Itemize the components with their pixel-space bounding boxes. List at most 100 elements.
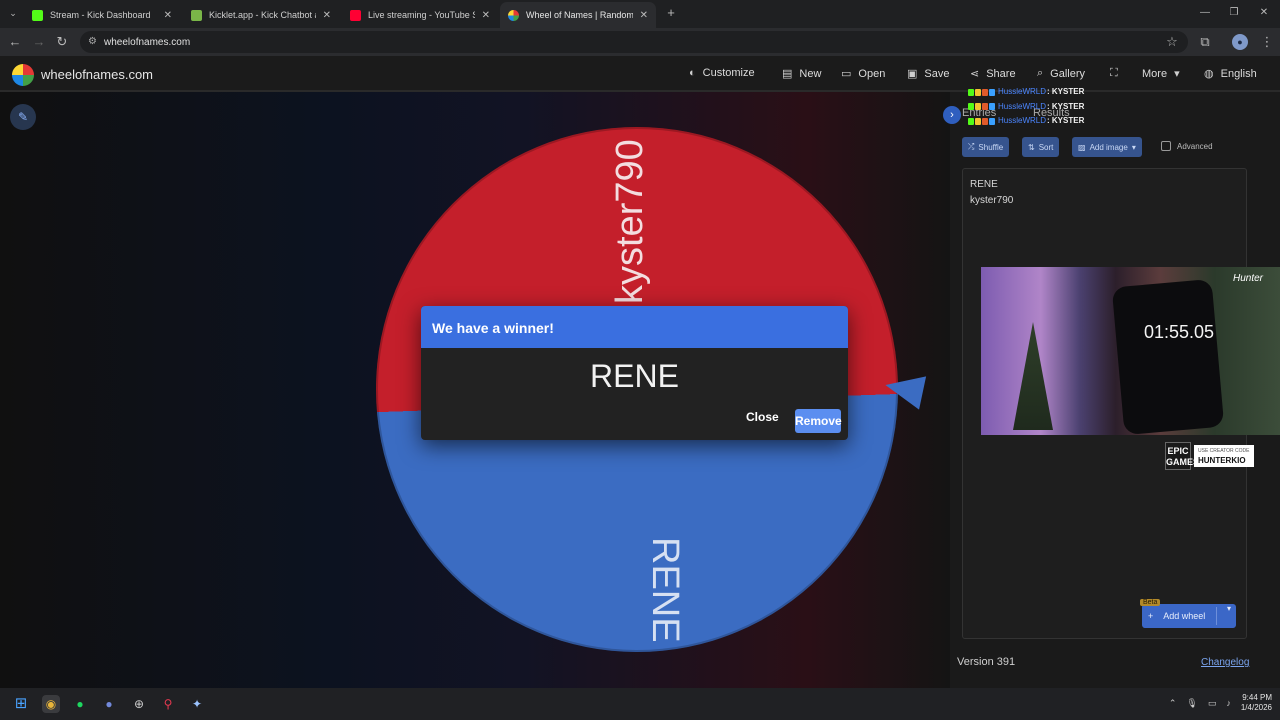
clock[interactable]: 9:44 PM 1/4/2026 [1241,693,1272,713]
profile-avatar[interactable]: ● [1232,34,1248,50]
remove-button[interactable]: Remove [795,409,842,433]
language-label: English [1220,67,1257,80]
spotify-icon[interactable]: ● [71,695,89,713]
palette-icon: ◐ [689,67,696,79]
changelog-link[interactable]: Changelog [1201,657,1249,668]
kick-favicon-icon [32,9,43,21]
advanced-label: Advanced [1177,141,1213,151]
browser-tab[interactable]: Stream - Kick Dashboard ✕ [24,2,180,28]
reload-icon[interactable]: ↻ [53,33,71,51]
site-info-icon[interactable]: ⚙ [88,36,97,47]
browser-tab-bar: ⌄ Stream - Kick Dashboard ✕ Kicklet.app … [0,0,1280,28]
open-button[interactable]: ▭ Open [841,67,886,81]
browser-tab[interactable]: Kicklet.app - Kick Chatbot and ✕ [183,2,339,28]
browser-tab-active[interactable]: Wheel of Names | Random nam ✕ [500,2,656,28]
map-pin-icon[interactable]: ⚲ [159,695,177,713]
tab-search-icon[interactable]: ⌄ [4,4,22,22]
wheel-segment-label: RENE [644,537,686,643]
browser-tab[interactable]: Live streaming - YouTube Studi ✕ [342,2,498,28]
beta-badge: Beta [1140,599,1161,606]
new-label: New [799,67,822,80]
badge-icon [982,117,988,125]
tab-title: Stream - Kick Dashboard [50,10,151,20]
kicklet-favicon-icon [191,9,202,21]
tab-title: Wheel of Names | Random nam [526,10,633,20]
close-tab-icon[interactable]: ✕ [640,10,648,21]
chat-message: HussleWRLD: KYSTER [968,100,1093,115]
divider [1216,607,1217,625]
entry-line: kyster790 [970,195,1014,206]
file-icon: ▤ [782,68,793,80]
close-tab-icon[interactable]: ✕ [482,10,490,21]
browser-menu-icon[interactable]: ⋮ [1258,33,1276,51]
more-label: More [1142,67,1168,80]
close-tab-icon[interactable]: ✕ [323,10,331,21]
advanced-checkbox[interactable]: Advanced [1161,141,1213,151]
language-button[interactable]: ◍ English [1204,67,1257,81]
volume-icon[interactable]: ♪ [1226,698,1231,708]
badge-icon [975,103,981,111]
edit-pencil-icon[interactable]: ✎ [10,104,36,130]
chevron-right-icon[interactable]: › [943,106,961,124]
url-field[interactable]: ⚙ wheelofnames.com [80,31,1188,53]
back-icon[interactable]: ← [6,33,24,51]
badge-icon [989,103,995,111]
forward-icon[interactable]: → [30,33,48,51]
gallery-button[interactable]: ⌕ Gallery [1037,67,1085,80]
badge-icon [975,117,981,125]
window-close-icon[interactable]: ✕ [1255,4,1273,22]
discord-icon[interactable]: ● [100,695,118,713]
chrome-icon[interactable]: ◉ [42,695,60,713]
close-button[interactable]: Close [746,410,779,424]
add-image-button[interactable]: ▨ Add image ▾ [1072,137,1142,157]
new-button[interactable]: ▤ New [782,67,822,81]
checkbox-box[interactable] [1161,141,1171,151]
fullscreen-icon: ⛶ [1110,67,1118,79]
streamer-tag: Hunter [1233,273,1264,284]
fullscreen-button[interactable]: ⛶ [1110,67,1118,80]
tray-chevron-icon[interactable]: ⌃ [1169,698,1177,709]
chat-text: : KYSTER [1047,116,1085,125]
add-wheel-button[interactable]: + Add wheel ▾ [1142,604,1236,628]
winner-name: RENE [590,358,679,394]
chat-username: HussleWRLD [998,116,1047,125]
sort-button[interactable]: ⇅ Sort [1022,137,1060,157]
caret-down-icon[interactable]: ▾ [1227,604,1231,613]
webcam-overlay: 01:55.05 Hunter [981,267,1280,435]
stopwatch-readout: 01:55.05 [1144,322,1215,342]
globe-icon: ◍ [1204,68,1214,80]
creator-code-card: USE CREATOR CODE HUNTERKIO [1194,445,1254,467]
site-name[interactable]: wheelofnames.com [41,67,153,82]
maximize-icon[interactable]: ❐ [1225,4,1243,22]
shuffle-button[interactable]: ⤮ Shuffle [962,137,1010,157]
creator-code-overlay: EPIC GAMES USE CREATOR CODE HUNTERKIO [1165,442,1275,470]
wheelofnames-logo-icon[interactable] [12,64,34,86]
badge-icon [982,88,988,96]
microphone-icon[interactable]: 🎙 [1186,698,1197,709]
more-button[interactable]: More ▾ [1142,67,1180,81]
new-tab-button[interactable]: + [662,4,680,22]
close-tab-icon[interactable]: ✕ [164,10,172,21]
steam-icon[interactable]: ✦ [188,695,206,713]
save-icon: ▣ [907,68,918,80]
wheel-favicon-icon [508,9,519,21]
customize-label: Customize [702,67,755,79]
open-label: Open [858,67,886,80]
app-icon[interactable]: ⊕ [130,695,148,713]
save-label: Save [924,67,950,80]
url-text: wheelofnames.com [104,36,191,48]
save-button[interactable]: ▣ Save [907,67,950,81]
share-button[interactable]: ⋖ Share [970,67,1016,81]
clock-time: 9:44 PM [1242,693,1272,702]
bookmark-star-icon[interactable]: ☆ [1163,33,1181,51]
shuffle-label: Shuffle [978,142,1004,152]
customize-button[interactable]: ◐ Customize [689,67,755,79]
minimize-icon[interactable]: — [1196,4,1214,22]
taskbar: ⊞ ◉ ● ● ⊕ ⚲ ✦ ⌃ 🎙 ▭ ♪ 9:44 PM 1/4/2026 [0,688,1280,720]
entry-line: RENE [970,179,998,190]
tab-title: Kicklet.app - Kick Chatbot and [209,10,316,20]
extensions-icon[interactable]: ⧉ [1196,33,1214,51]
chat-message: HussleWRLD: KYSTER [968,85,1093,100]
network-icon[interactable]: ▭ [1208,698,1217,709]
windows-start-icon[interactable]: ⊞ [12,695,30,713]
